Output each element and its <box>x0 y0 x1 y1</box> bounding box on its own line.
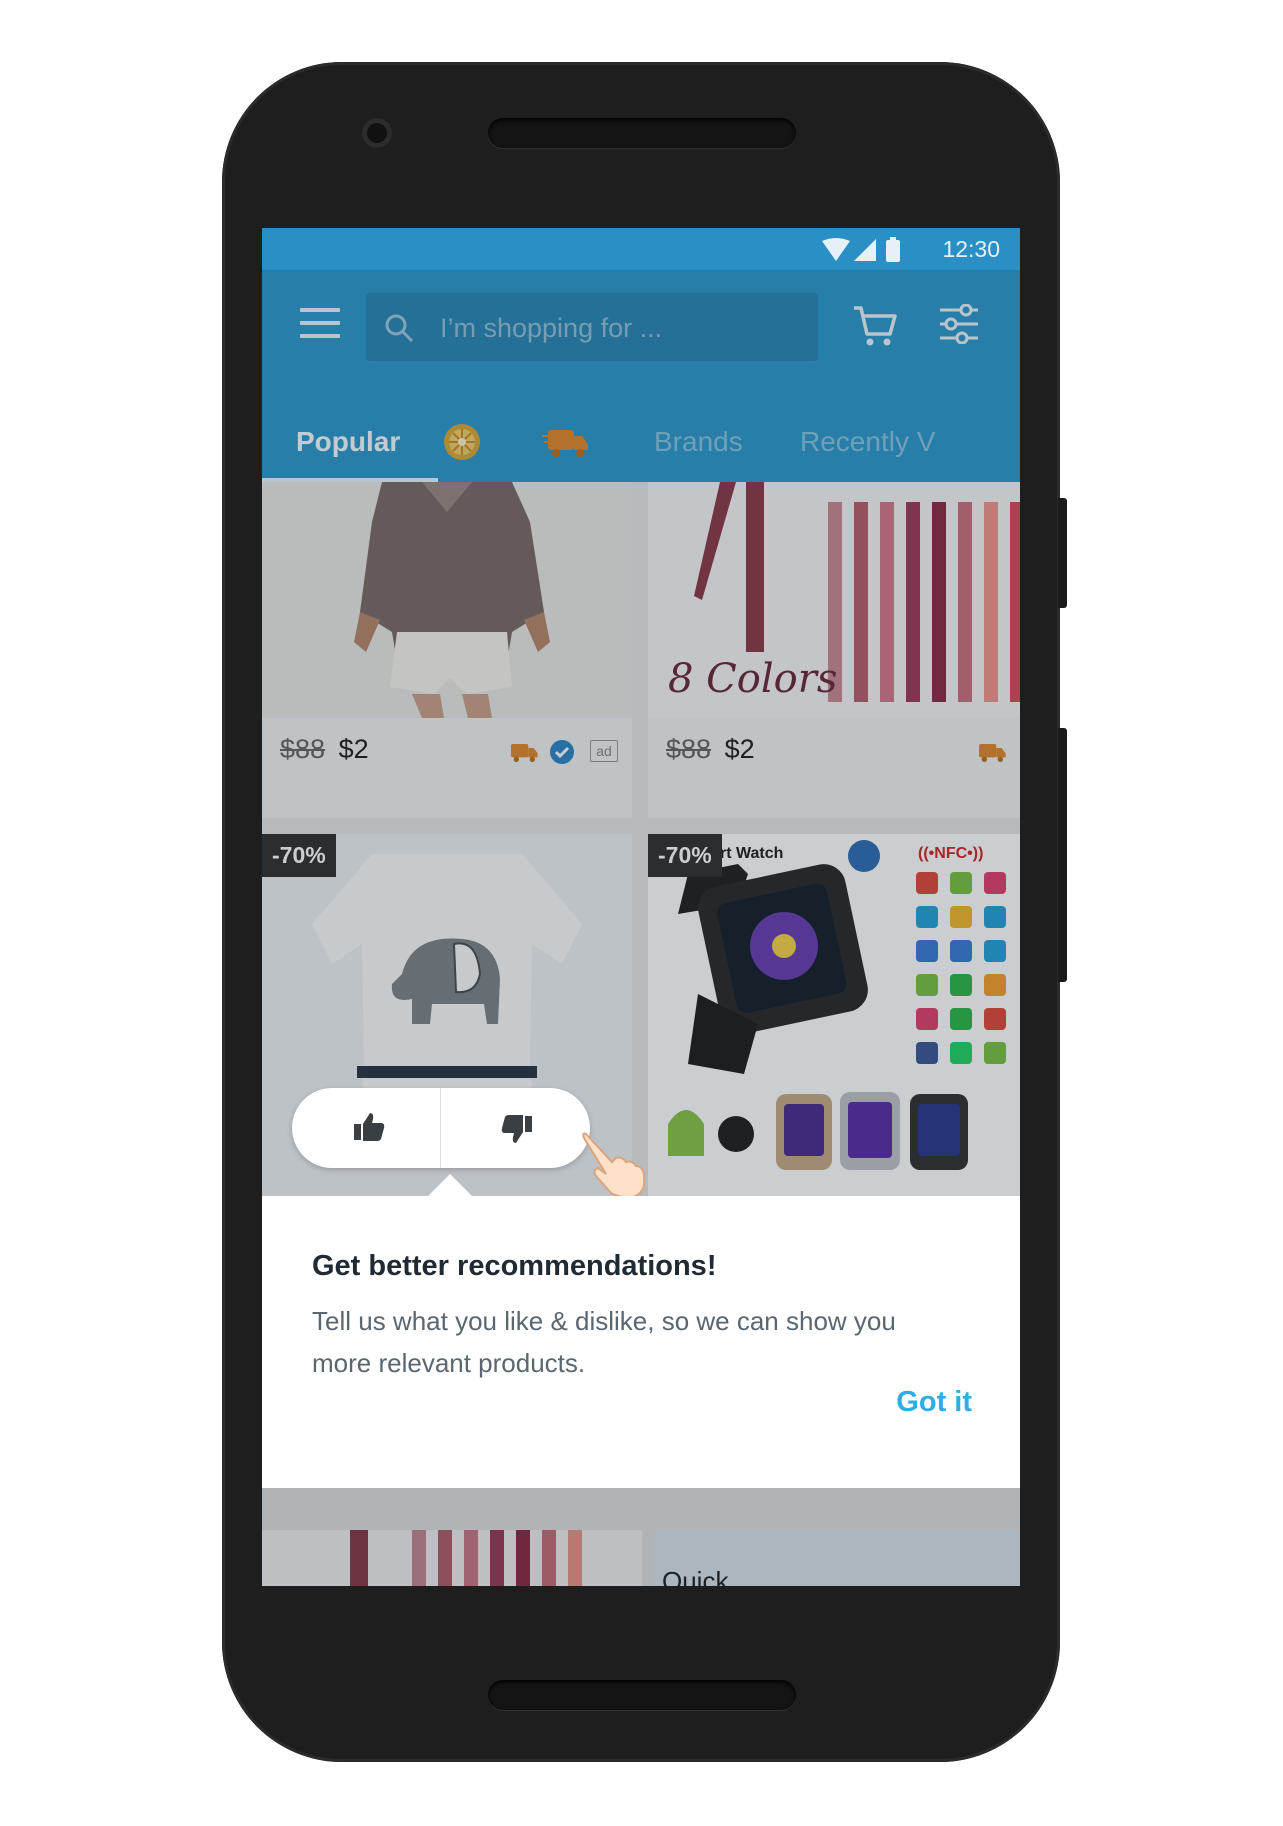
screen: 12:30 Popular <box>262 228 1020 1586</box>
recommendation-tooltip: Get better recommendations! Tell us what… <box>262 1174 1020 1488</box>
app-bar <box>262 270 1020 400</box>
category-tabs: Popular Brands Recently V <box>262 400 1020 482</box>
search-icon <box>385 314 414 343</box>
search-bar[interactable] <box>366 293 818 363</box>
product-image: 8 Colors <box>648 482 1020 718</box>
feedback-pill <box>292 1088 590 1168</box>
product-image: rt Watch ((•NFC•)) <box>648 834 1020 1214</box>
earpiece-speaker <box>488 118 796 148</box>
tab-brands[interactable]: Brands <box>654 400 743 482</box>
verified-badge-icon <box>550 740 574 764</box>
status-bar: 12:30 <box>262 228 1020 270</box>
filter-icon[interactable] <box>938 304 980 344</box>
discount-badge: -70% <box>262 834 336 877</box>
thumbs-up-icon[interactable] <box>352 1110 386 1144</box>
express-shipping-icon <box>979 744 1006 762</box>
search-input[interactable] <box>438 293 802 363</box>
android-icon <box>668 1110 704 1156</box>
got-it-button[interactable]: Got it <box>896 1386 972 1419</box>
tooltip-body: Tell us what you like & dislike, so we c… <box>312 1306 896 1378</box>
thumbs-down-icon[interactable] <box>500 1112 534 1146</box>
sale-price: $2 <box>338 734 369 764</box>
pointing-hand-icon <box>582 1132 645 1200</box>
original-price: $88 <box>666 734 712 764</box>
product-card[interactable]: Quick <box>654 1530 1020 1586</box>
discount-badge: -70% <box>648 834 722 877</box>
status-icons <box>822 237 900 262</box>
ad-label: ad <box>590 740 618 762</box>
tooltip-title: Get better recommendations! <box>312 1250 717 1282</box>
bottom-speaker <box>488 1680 796 1710</box>
volume-button <box>1058 498 1067 608</box>
product-card[interactable]: $88 $2 ad <box>262 482 632 818</box>
front-camera <box>362 118 392 148</box>
image-caption: rt Watch <box>720 845 783 862</box>
sale-price: $2 <box>724 734 755 764</box>
tab-popular[interactable]: Popular <box>296 400 400 482</box>
status-time: 12:30 <box>942 236 1000 262</box>
cart-icon[interactable] <box>852 302 898 348</box>
express-shipping-icon <box>511 744 538 762</box>
wifi-icon <box>822 238 850 261</box>
product-card[interactable]: rt Watch ((•NFC•)) -70% <box>648 834 1020 1214</box>
nfc-label: ((•NFC•)) <box>918 845 983 862</box>
signal-icon <box>854 239 876 261</box>
product-image <box>350 1530 582 1586</box>
original-price: $88 <box>280 734 326 764</box>
daily-wheel-icon[interactable] <box>442 422 482 462</box>
product-card[interactable]: 8 Colors $88 $2 <box>648 482 1020 818</box>
product-image <box>262 482 632 718</box>
power-button <box>1058 728 1067 982</box>
divider <box>440 1088 441 1168</box>
menu-icon[interactable] <box>300 308 340 342</box>
product-card[interactable] <box>262 1530 642 1586</box>
express-shipping-icon[interactable] <box>542 424 590 460</box>
tab-recently-viewed[interactable]: Recently V <box>800 400 935 482</box>
preview-text: Quick <box>662 1566 729 1586</box>
battery-icon <box>886 240 900 262</box>
tooltip-arrow <box>428 1174 472 1196</box>
image-caption: 8 Colors <box>668 656 837 702</box>
apple-icon <box>718 1116 754 1152</box>
